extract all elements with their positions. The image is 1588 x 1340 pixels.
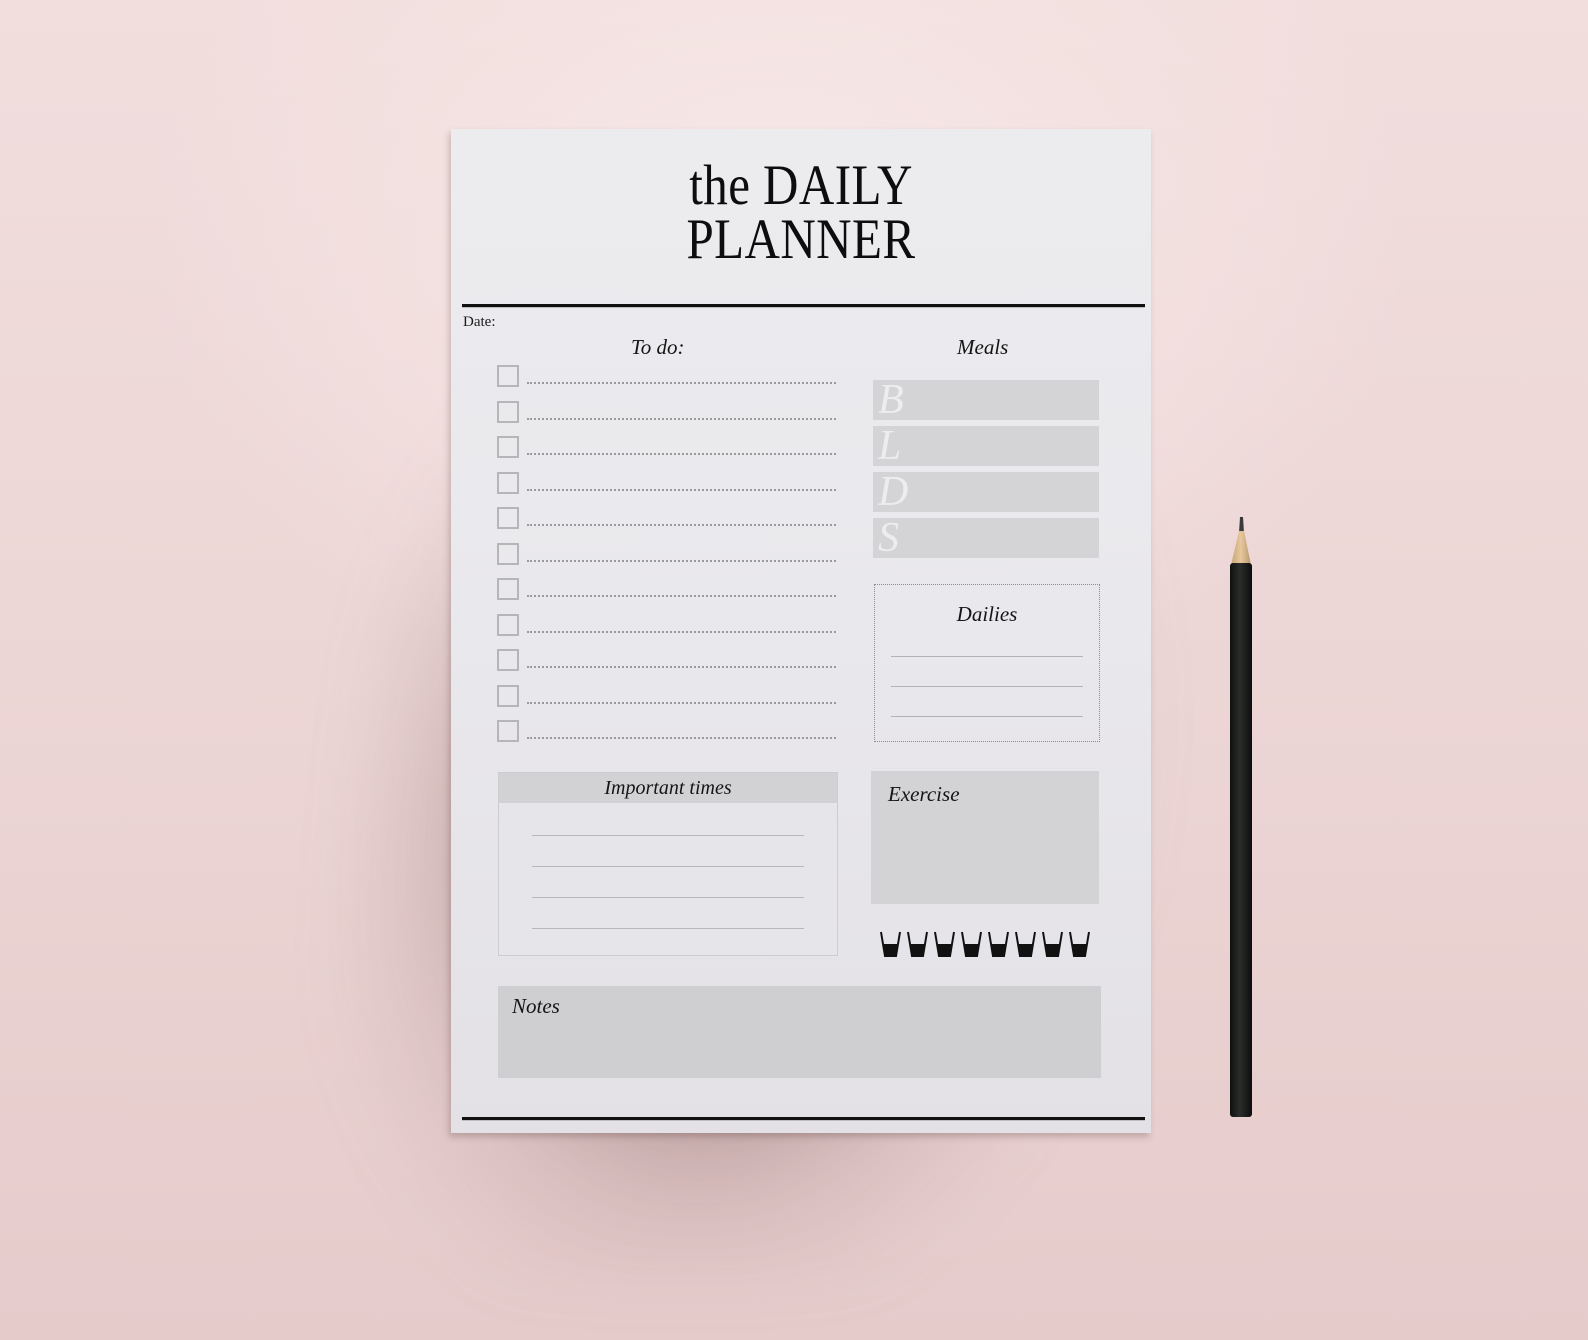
notes-box[interactable]: Notes	[498, 986, 1101, 1078]
meal-row-lunch[interactable]: L	[873, 423, 1099, 469]
todo-checkbox[interactable]	[497, 400, 519, 423]
important-times-heading: Important times	[499, 773, 837, 803]
todo-writing-line[interactable]	[527, 559, 836, 562]
todo-writing-line[interactable]	[527, 595, 836, 597]
date-label[interactable]: Date:	[463, 314, 495, 331]
meal-letter: L	[878, 423, 902, 469]
todo-list	[497, 365, 837, 756]
todo-item	[497, 542, 837, 579]
todo-item	[497, 436, 837, 472]
water-glass-icon[interactable]	[1015, 931, 1036, 957]
dailies-writing-line[interactable]	[891, 656, 1083, 657]
todo-checkbox[interactable]	[497, 542, 519, 565]
water-glass-icon[interactable]	[1069, 931, 1090, 957]
todo-heading: To do:	[631, 335, 685, 359]
meal-row-dinner[interactable]: D	[873, 469, 1099, 515]
todo-item	[497, 649, 837, 685]
todo-item	[497, 471, 837, 508]
todo-checkbox[interactable]	[497, 649, 519, 671]
exercise-box[interactable]: Exercise	[871, 771, 1099, 904]
todo-writing-line[interactable]	[527, 737, 836, 739]
todo-item	[497, 365, 837, 401]
todo-checkbox[interactable]	[497, 507, 519, 529]
important-times-writing-line[interactable]	[532, 835, 804, 836]
todo-checkbox[interactable]	[497, 578, 519, 600]
todo-checkbox[interactable]	[497, 471, 519, 494]
water-glass-icon[interactable]	[1042, 931, 1063, 957]
todo-item	[497, 613, 837, 650]
meal-row-snack[interactable]: S	[873, 515, 1099, 561]
bottom-divider	[462, 1117, 1145, 1121]
pencil-body	[1230, 563, 1252, 1117]
meal-letter: B	[878, 377, 904, 423]
todo-checkbox[interactable]	[497, 720, 519, 742]
title-line-2: PLANNER	[686, 208, 916, 271]
pencil-wood-tip	[1231, 531, 1251, 565]
todo-item	[497, 720, 837, 756]
top-divider	[462, 304, 1145, 308]
planner-sheet: the DAILY PLANNER Date: To do: Meals BLD…	[451, 129, 1151, 1133]
todo-writing-line[interactable]	[527, 524, 836, 526]
important-times-writing-line[interactable]	[532, 866, 804, 867]
todo-writing-line[interactable]	[527, 453, 836, 455]
water-glass-icon[interactable]	[988, 931, 1009, 957]
title-line-1: the DAILY	[689, 154, 913, 217]
meal-letter: S	[878, 515, 899, 561]
todo-writing-line[interactable]	[527, 417, 836, 420]
todo-checkbox[interactable]	[497, 365, 519, 387]
pencil-lead	[1239, 517, 1244, 533]
todo-checkbox[interactable]	[497, 436, 519, 458]
todo-writing-line[interactable]	[527, 382, 836, 384]
todo-writing-line[interactable]	[527, 701, 836, 704]
todo-item	[497, 507, 837, 543]
water-glass-icon[interactable]	[961, 931, 982, 957]
todo-checkbox[interactable]	[497, 613, 519, 636]
dailies-box: Dailies	[874, 584, 1100, 742]
important-times-writing-line[interactable]	[532, 928, 804, 929]
pencil	[1230, 517, 1252, 1117]
todo-writing-line[interactable]	[527, 666, 836, 668]
meals-heading: Meals	[957, 335, 1009, 359]
dailies-writing-line[interactable]	[891, 716, 1083, 717]
notes-heading: Notes	[512, 994, 560, 1018]
water-glass-icon[interactable]	[880, 931, 901, 957]
todo-writing-line[interactable]	[527, 630, 836, 633]
todo-checkbox[interactable]	[497, 684, 519, 707]
dailies-heading: Dailies	[956, 602, 1018, 626]
water-glass-icon[interactable]	[934, 931, 955, 957]
meals-list: BLDS	[873, 377, 1099, 564]
meal-letter: D	[878, 469, 909, 515]
exercise-heading: Exercise	[888, 782, 960, 806]
important-times-writing-line[interactable]	[532, 897, 804, 898]
todo-writing-line[interactable]	[527, 488, 836, 491]
todo-item	[497, 578, 837, 614]
planner-title: the DAILY PLANNER	[500, 154, 1102, 271]
water-tracker	[880, 931, 1096, 957]
todo-item	[497, 400, 837, 437]
dailies-writing-line[interactable]	[891, 686, 1083, 687]
meal-row-breakfast[interactable]: B	[873, 377, 1099, 423]
water-glass-icon[interactable]	[907, 931, 928, 957]
todo-item	[497, 684, 837, 721]
important-times-box: Important times	[498, 772, 838, 956]
